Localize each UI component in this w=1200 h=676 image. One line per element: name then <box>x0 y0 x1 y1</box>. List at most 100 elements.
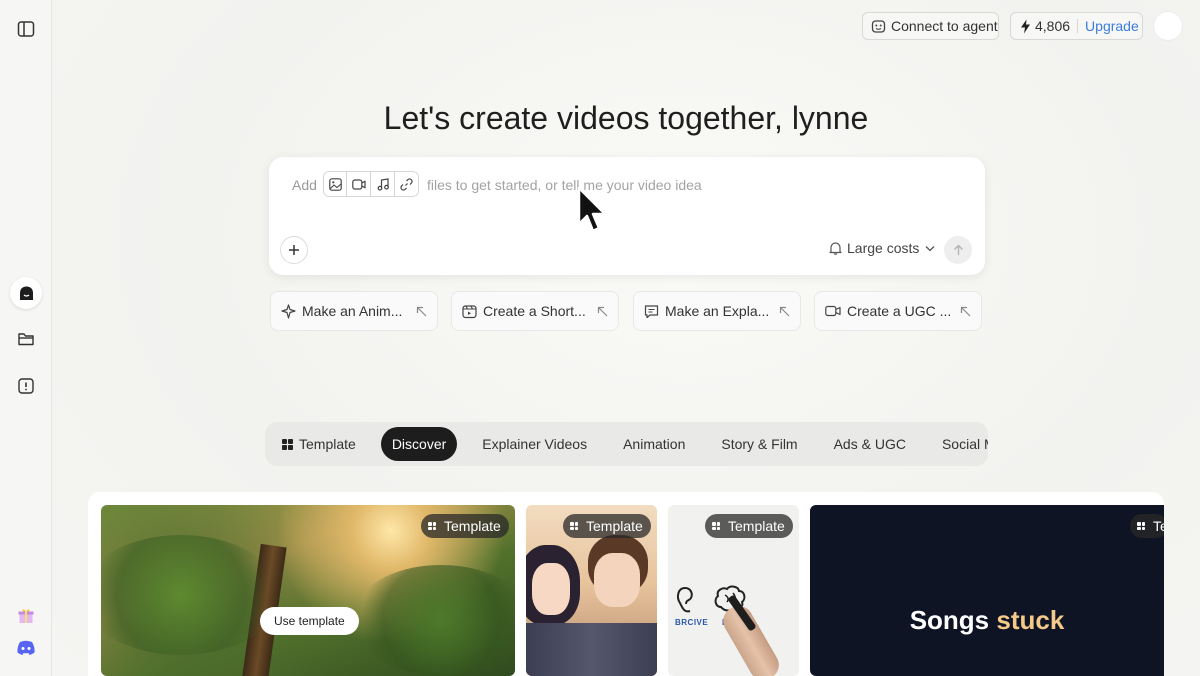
arrow-up-left-icon <box>779 306 790 316</box>
tab-label: Social Med <box>941 436 988 452</box>
template-grid-icon <box>282 438 293 450</box>
add-video-button[interactable] <box>347 171 371 197</box>
discord-icon <box>17 640 35 655</box>
sidebar-item-feedback[interactable] <box>10 370 42 402</box>
tab-discover[interactable]: Discover <box>380 427 458 461</box>
card-title: Songs stuck <box>810 605 1164 636</box>
whiteboard-word: BRCIVE <box>675 618 709 627</box>
short-video-icon <box>462 304 477 318</box>
template-grid-icon <box>712 522 720 530</box>
template-badge-label: Template <box>728 518 785 534</box>
mouse-cursor-icon <box>577 186 607 233</box>
template-card-anime[interactable]: Template <box>526 505 657 676</box>
quick-action-label: Create a Short... <box>483 303 586 319</box>
template-badge: Template <box>563 514 651 538</box>
arrow-up-left-icon <box>416 306 427 316</box>
template-card-songs[interactable]: Songs stuck Te <box>810 505 1164 676</box>
quick-action-label: Make an Anim... <box>302 303 403 319</box>
bell-icon <box>829 242 842 255</box>
template-badge-label: Te <box>1153 518 1164 534</box>
chevron-down-icon <box>925 245 935 251</box>
add-more-button[interactable] <box>280 236 308 264</box>
tab-label: Discover <box>391 436 447 452</box>
template-badge-label: Template <box>586 518 643 534</box>
template-badge: Template <box>421 514 509 538</box>
quick-action-explainer[interactable]: Make an Expla... <box>633 291 801 331</box>
quick-action-short[interactable]: Create a Short... <box>451 291 619 331</box>
character-uniforms <box>526 623 657 676</box>
avatar[interactable] <box>1154 12 1182 40</box>
arrow-up-left-icon <box>597 306 608 316</box>
sidebar <box>0 0 52 676</box>
cost-label: Large costs <box>847 240 920 256</box>
robot-icon <box>871 19 886 33</box>
template-badge: Te <box>1130 514 1164 538</box>
tab-explainer-videos[interactable]: Explainer Videos <box>471 427 598 461</box>
template-card-whiteboard[interactable]: BRCIVE BR Template <box>668 505 799 676</box>
sidebar-item-files[interactable] <box>10 323 42 355</box>
tab-label: Story & Film <box>721 436 798 452</box>
credits-count: 4,806 <box>1035 18 1071 34</box>
tab-social-media[interactable]: Social Med <box>931 427 988 461</box>
tab-label: Animation <box>623 436 686 452</box>
add-audio-button[interactable] <box>371 171 395 197</box>
image-icon <box>328 177 342 191</box>
sidebar-toggle-icon <box>17 21 35 37</box>
sparkle-icon <box>281 303 296 319</box>
arrow-up-left-icon <box>960 306 971 316</box>
tab-story-film[interactable]: Story & Film <box>710 427 808 461</box>
category-tabs: Template Discover Explainer Videos Anima… <box>265 422 988 466</box>
tab-animation[interactable]: Animation <box>612 427 696 461</box>
template-grid-icon <box>1137 522 1145 530</box>
quick-action-label: Create a UGC ... <box>847 303 952 319</box>
chat-bubble-icon <box>19 286 33 300</box>
prompt-composer: Add files to get started, or tell me you… <box>269 157 985 275</box>
music-icon <box>377 177 389 191</box>
connect-agent-label: Connect to agent <box>891 18 998 34</box>
prompt-input[interactable]: files to get started, or tell me your vi… <box>427 177 702 193</box>
tab-ads-ugc[interactable]: Ads & UGC <box>823 427 917 461</box>
template-badge-label: Template <box>444 518 501 534</box>
plus-icon <box>289 245 299 255</box>
page-title: Let's create videos together, lynne <box>383 100 869 136</box>
video-camera-icon <box>825 305 841 317</box>
tab-label: Explainer Videos <box>482 436 588 452</box>
tab-template[interactable]: Template <box>271 427 367 461</box>
add-image-button[interactable] <box>323 171 347 197</box>
folder-icon <box>18 333 34 346</box>
add-label: Add <box>292 177 317 193</box>
toggle-sidebar-button[interactable] <box>10 13 42 45</box>
link-icon <box>400 177 413 191</box>
use-template-button[interactable]: Use template <box>260 607 359 635</box>
send-button[interactable] <box>944 236 972 264</box>
sidebar-item-home[interactable] <box>10 277 42 309</box>
attach-group <box>323 171 419 197</box>
use-template-label: Use template <box>274 614 345 628</box>
cost-select[interactable]: Large costs <box>829 240 935 256</box>
template-card-forest[interactable]: Template Use template <box>101 505 515 676</box>
tab-label: Ads & UGC <box>833 436 906 452</box>
quick-action-label: Make an Expla... <box>665 303 770 319</box>
sidebar-item-discord[interactable] <box>10 632 42 664</box>
chat-icon <box>644 304 659 318</box>
card-title-word-1: Songs <box>909 605 990 635</box>
add-link-button[interactable] <box>395 171 419 197</box>
template-badge: Template <box>705 514 793 538</box>
upgrade-link[interactable]: Upgrade <box>1085 18 1139 34</box>
arrow-up-icon <box>953 244 963 255</box>
quick-action-animation[interactable]: Make an Anim... <box>270 291 438 331</box>
card-title-word-2: stuck <box>996 605 1065 635</box>
character-face <box>594 553 640 607</box>
main-area: Connect to agent 4,806 Upgrade Let's cre… <box>52 0 1200 676</box>
drawing-hand <box>718 600 784 676</box>
quick-action-ugc[interactable]: Create a UGC ... <box>814 291 982 331</box>
credits-panel: 4,806 Upgrade <box>1010 12 1143 40</box>
lightning-icon <box>1021 19 1030 33</box>
credits-divider <box>1077 19 1079 33</box>
template-grid-icon <box>570 522 578 530</box>
sidebar-item-gift[interactable] <box>10 600 42 632</box>
alert-icon <box>18 378 34 394</box>
connect-agent-button[interactable]: Connect to agent <box>862 12 999 40</box>
character-face <box>532 563 570 615</box>
video-icon <box>351 178 366 190</box>
